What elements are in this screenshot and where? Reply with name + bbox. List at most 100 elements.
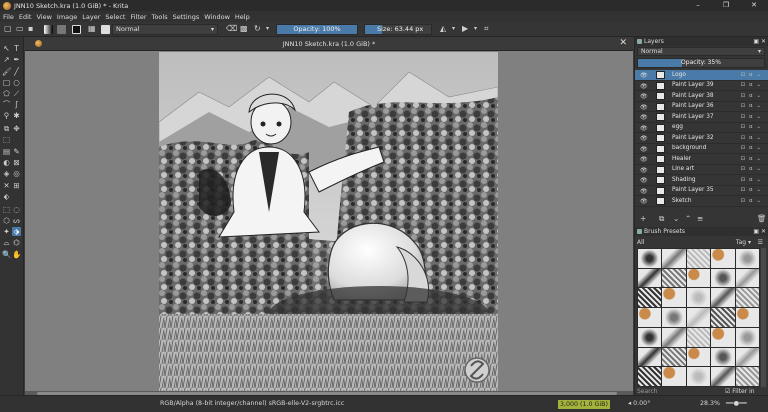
layer-property-icons[interactable]: ⊡ α ⌄ [741,177,762,183]
ellipse-tool-icon[interactable]: ○ [12,78,21,87]
brush-preset-thumbnail[interactable] [735,367,759,386]
menu-window[interactable]: Window [204,13,230,21]
reference-images-tool-icon[interactable]: ⬖ [2,192,11,201]
calligraphy-tool-icon[interactable]: ✒ [12,55,21,64]
docker-float-close-icon[interactable]: ▣ ✕ [753,37,766,46]
move-layer-up-button[interactable]: ⌃ [685,214,691,223]
menu-select[interactable]: Select [105,13,125,21]
menu-layer[interactable]: Layer [82,13,100,21]
foreground-color-icon[interactable] [72,25,81,34]
colorize-mask-tool-icon[interactable]: ◐ [2,158,11,167]
visibility-eye-icon[interactable]: 👁 [640,146,648,153]
bezier-tool-icon[interactable]: ⌒ [2,100,11,109]
brush-preset-thumbnail[interactable] [686,268,711,288]
smart-patch-tool-icon[interactable]: ⊠ [12,158,21,167]
brush-preset-thumbnail[interactable] [662,347,686,367]
document-tab[interactable]: JNN10 Sketch.kra (1.0 GiB) * ✕ [25,37,633,51]
brush-grid-scrollbar[interactable] [761,248,766,387]
layer-opacity-slider[interactable]: Opacity: 35% [637,58,765,68]
edit-shapes-tool-icon[interactable]: ↗ [2,55,11,64]
gradient-tool-icon[interactable]: ▤ [2,147,11,156]
layer-property-icons[interactable]: ⊡ α ⌄ [741,93,762,99]
layer-row[interactable]: 👁 Paint Layer 38 ⊡ α ⌄ [635,91,768,102]
brush-preset-thumbnail[interactable] [735,288,759,308]
brush-view-options-icon[interactable]: ☰ [758,238,763,247]
menu-settings[interactable]: Settings [173,13,200,21]
opacity-slider[interactable]: Opacity: 100% [276,24,358,35]
layer-row[interactable]: 👁 Paint Layer 32 ⊡ α ⌄ [635,133,768,144]
dropdown-chevron-icon[interactable]: ▾ [266,24,269,34]
blend-mode-select[interactable]: Normal ▾ [112,24,218,35]
brush-preset-thumbnail[interactable] [638,308,662,327]
menu-filter[interactable]: Filter [130,13,146,21]
layer-blend-mode-select[interactable]: Normal ▾ [637,47,765,56]
multibrush-tool-icon[interactable]: ✱ [12,111,21,120]
visibility-eye-icon[interactable]: 👁 [640,114,648,121]
wrap-around-icon[interactable]: ⌗ [484,24,489,34]
brush-preset-thumbnail[interactable] [662,268,686,288]
brush-preset-thumbnail[interactable] [711,288,735,308]
layer-row[interactable]: 👁 Paint Layer 37 ⊡ α ⌄ [635,112,768,123]
mirror-vertical-icon[interactable]: ▶ [462,24,468,34]
visibility-eye-icon[interactable]: 👁 [640,177,648,184]
layer-property-icons[interactable]: ⊡ α ⌄ [741,114,762,120]
menu-image[interactable]: Image [57,13,77,21]
brush-filter-select[interactable]: All [637,239,644,246]
pattern-swatch-icon[interactable] [57,25,66,34]
rotation-readout[interactable]: ◂ 0.00° [628,396,650,412]
tag-select[interactable]: Tag ▾ [736,238,751,247]
layer-property-icons[interactable]: ⊡ α ⌄ [741,82,762,88]
crop-tool-icon[interactable]: ⧉ [2,124,11,133]
polygonal-selection-tool-icon[interactable]: ⬡ [2,216,11,225]
contiguous-selection-tool-icon[interactable]: ✦ [2,227,11,236]
layer-property-icons[interactable]: ⊡ α ⌄ [741,72,762,78]
zoom-tool-icon[interactable]: 🔍 [2,250,11,259]
layer-property-icons[interactable]: ⊡ α ⌄ [741,135,762,141]
color-picker-tool-icon[interactable]: ✎ [12,147,21,156]
visibility-eye-icon[interactable]: 👁 [640,72,648,79]
visibility-eye-icon[interactable]: 👁 [640,83,648,90]
bezier-selection-tool-icon[interactable]: ⌓ [2,238,11,247]
brush-search-input[interactable]: Search [637,388,658,395]
elliptical-selection-tool-icon[interactable]: ◌ [12,205,21,214]
layer-row[interactable]: 👁 Paint Layer 35 ⊡ α ⌄ [635,186,768,196]
dynamic-brush-tool-icon[interactable]: ⚲ [2,111,11,120]
freehand-brush-tool-icon[interactable]: 🖌 [2,67,12,76]
brush-preset-thumbnail[interactable] [686,308,711,327]
brush-preset-thumbnail[interactable] [711,308,735,327]
brush-preset-thumbnail[interactable] [735,249,759,268]
layer-row[interactable]: 👁 background ⊡ α ⌄ [635,144,768,154]
brush-preset-thumbnail[interactable] [638,288,662,308]
delete-layer-button[interactable]: 🗑 [757,214,767,223]
rectangular-selection-tool-icon[interactable]: ⬚ [2,205,11,214]
polygon-tool-icon[interactable]: ⬠ [2,89,11,98]
visibility-eye-icon[interactable]: 👁 [640,167,648,174]
menu-tools[interactable]: Tools [152,13,168,21]
open-document-icon[interactable]: ▭ [16,24,24,34]
eraser-mode-icon[interactable]: ⌫ [226,24,237,34]
brush-preset-thumbnail[interactable] [686,288,711,308]
menu-help[interactable]: Help [235,13,250,21]
move-tool-icon[interactable]: ✥ [12,124,21,133]
new-document-icon[interactable]: ▢ [4,24,12,34]
layer-row[interactable]: 👁 Paint Layer 39 ⊡ α ⌄ [635,81,768,91]
brush-preset-thumbnail[interactable] [686,367,711,386]
polyline-tool-icon[interactable]: ⟋ [12,89,21,98]
visibility-eye-icon[interactable]: 👁 [640,104,648,111]
brush-settings-icon[interactable]: ▦ [88,24,96,34]
brush-preset-thumbnail[interactable] [686,249,711,268]
mirror-horizontal-icon[interactable]: ◭ [440,24,446,34]
mirror-vertical-chevron-icon[interactable]: ▾ [474,24,477,34]
mirror-options-chevron-icon[interactable]: ▾ [452,24,455,34]
layer-property-icons[interactable]: ⊡ α ⌄ [741,156,762,162]
brush-preset-thumbnail[interactable] [638,268,662,288]
brush-preset-thumbnail[interactable] [662,367,686,386]
brush-preset-icon[interactable] [101,25,110,34]
pan-tool-icon[interactable]: ✋ [12,250,21,259]
layer-property-icons[interactable]: ⊡ α ⌄ [741,145,762,151]
layer-row[interactable]: 👁 egg ⊡ α ⌄ [635,123,768,133]
brush-preset-thumbnail[interactable] [662,308,686,327]
layer-properties-button[interactable]: ≡ [697,214,703,223]
freehand-selection-tool-icon[interactable]: ᔕ [12,216,21,225]
layer-row[interactable]: 👁 Paint Layer 36 ⊡ α ⌄ [635,102,768,112]
